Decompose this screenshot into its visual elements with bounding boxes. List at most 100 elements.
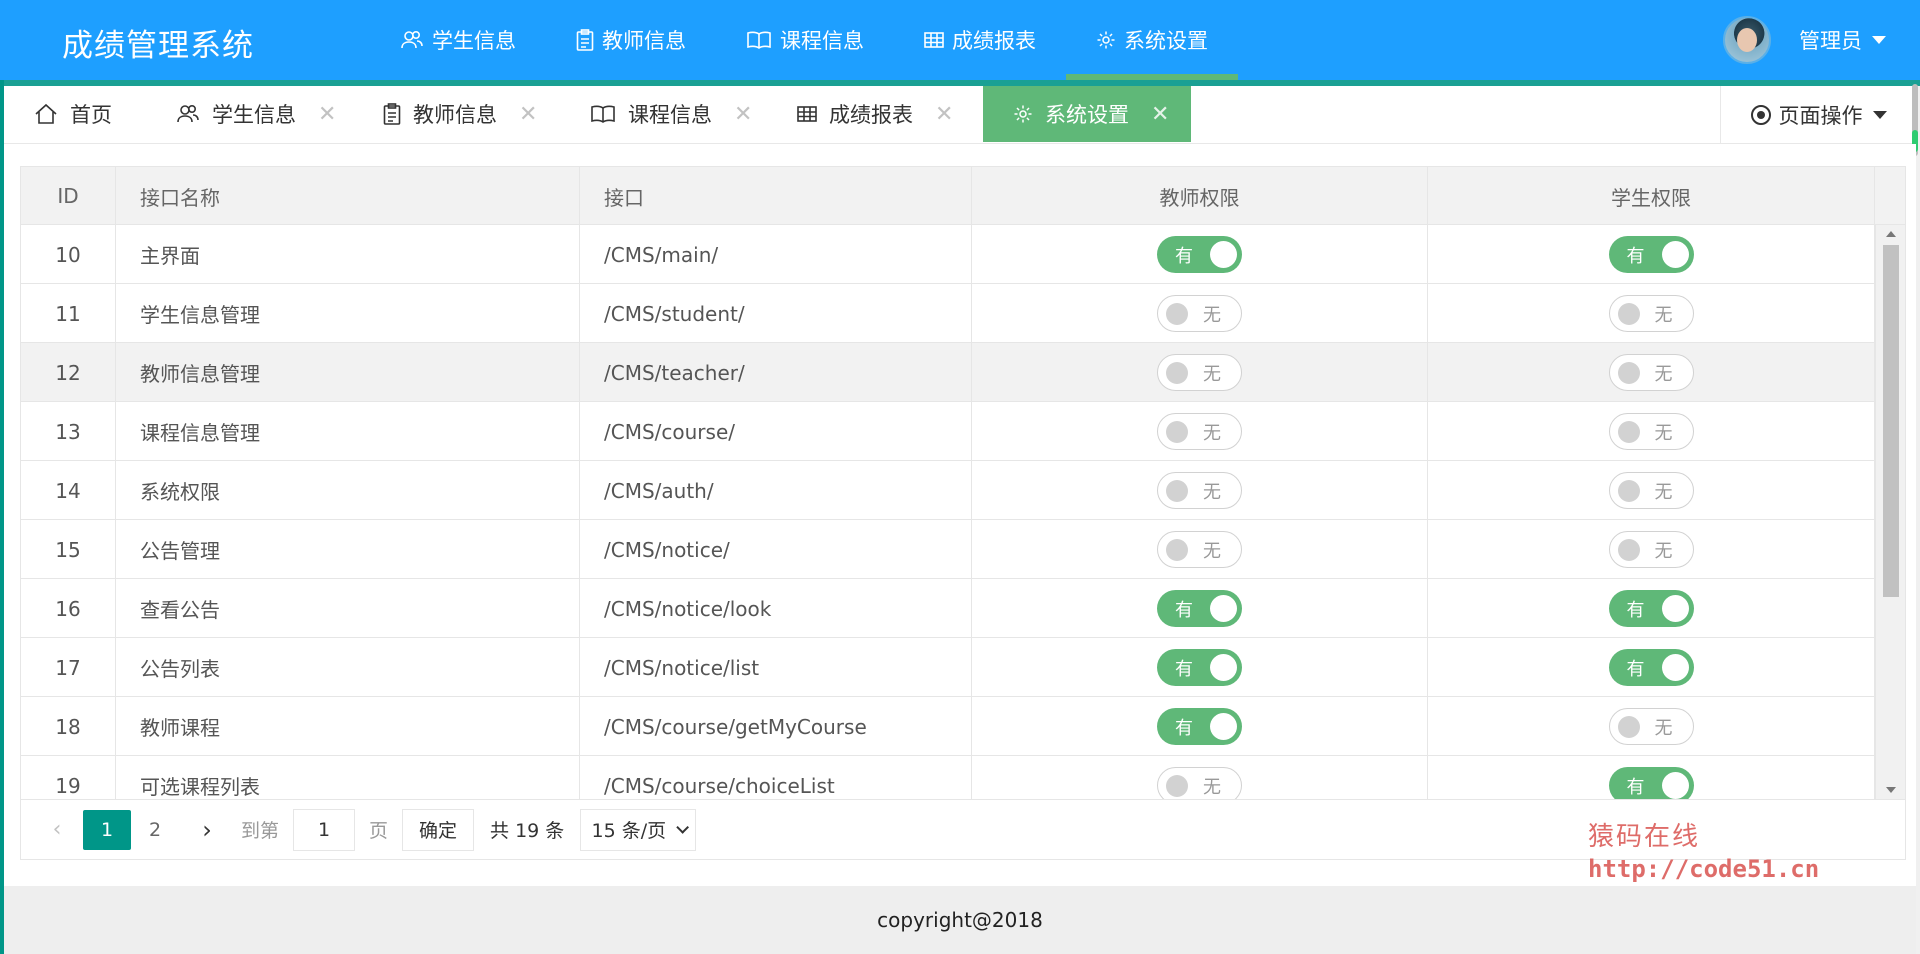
- home-icon: [35, 103, 57, 124]
- teacher-permission-switch[interactable]: 无: [1157, 354, 1242, 391]
- teacher-permission-switch[interactable]: 无: [1157, 413, 1242, 450]
- cell-name: 教师信息管理: [116, 343, 580, 402]
- chevron-down-icon: [676, 821, 690, 834]
- close-icon[interactable]: ✕: [318, 102, 336, 127]
- nav-item-courses[interactable]: 课程信息: [716, 0, 894, 80]
- cell-teacher-permission: 无: [972, 461, 1428, 520]
- book-icon: [747, 31, 771, 49]
- clipboard-icon: [576, 29, 594, 51]
- close-icon[interactable]: ✕: [935, 102, 953, 127]
- switch-knob: [1617, 421, 1640, 443]
- student-permission-switch[interactable]: 有: [1608, 767, 1694, 799]
- tab-students[interactable]: 学生信息 ✕: [146, 86, 353, 142]
- scroll-up-icon[interactable]: [1886, 231, 1896, 237]
- teacher-permission-switch[interactable]: 有: [1157, 236, 1242, 273]
- close-icon[interactable]: ✕: [734, 102, 752, 127]
- close-icon[interactable]: ✕: [1151, 102, 1169, 127]
- page-2-button[interactable]: 2: [131, 810, 179, 850]
- page-ops-label: 页面操作: [1778, 103, 1863, 128]
- tab-home[interactable]: 首页: [4, 86, 136, 142]
- prev-page-button[interactable]: ‹: [41, 817, 73, 842]
- header-student-permission: 学生权限: [1428, 167, 1875, 225]
- cell-id: 14: [21, 461, 116, 520]
- tab-courses[interactable]: 课程信息 ✕: [560, 86, 767, 142]
- avatar[interactable]: [1723, 16, 1771, 64]
- page-1-button[interactable]: 1: [83, 809, 131, 850]
- student-permission-switch[interactable]: 无: [1608, 295, 1694, 332]
- student-permission-switch[interactable]: 有: [1608, 590, 1694, 627]
- switch-knob: [1617, 362, 1640, 384]
- app-title: 成绩管理系统: [62, 28, 254, 64]
- cell-teacher-permission: 无: [972, 343, 1428, 402]
- nav-item-students[interactable]: 学生信息: [370, 0, 546, 80]
- cell-student-permission: 无: [1428, 461, 1875, 520]
- student-permission-switch[interactable]: 无: [1608, 354, 1694, 391]
- student-permission-switch[interactable]: 无: [1608, 472, 1694, 509]
- cell-name: 查看公告: [116, 579, 580, 638]
- student-permission-switch[interactable]: 无: [1608, 413, 1694, 450]
- switch-label: 有: [1626, 245, 1645, 267]
- switch-knob: [1661, 772, 1689, 799]
- teacher-permission-switch[interactable]: 无: [1157, 767, 1242, 799]
- table-row[interactable]: 12 教师信息管理/CMS/teacher/无 无: [21, 343, 1875, 402]
- tab-settings[interactable]: 系统设置 ✕: [983, 86, 1191, 142]
- user-menu[interactable]: 管理员: [1723, 0, 1886, 80]
- cell-api: /CMS/notice/list: [580, 638, 972, 697]
- header-api: 接口: [580, 167, 972, 225]
- switch-knob: [1166, 480, 1188, 502]
- table-row[interactable]: 11 学生信息管理/CMS/student/无 无: [21, 284, 1875, 343]
- switch-label: 无: [1654, 422, 1673, 444]
- top-nav: 学生信息 教师信息 课程信息 成绩报表 系统设置: [370, 0, 1238, 80]
- confirm-button[interactable]: 确定: [402, 808, 475, 851]
- nav-item-teachers[interactable]: 教师信息: [546, 0, 716, 80]
- nav-label: 教师信息: [602, 29, 686, 53]
- table-row[interactable]: 19 可选课程列表/CMS/course/choiceList 无 有: [21, 756, 1875, 799]
- table-row[interactable]: 14 系统权限/CMS/auth/无 无: [21, 461, 1875, 520]
- student-permission-switch[interactable]: 无: [1608, 531, 1694, 568]
- cell-teacher-permission: 无: [972, 402, 1428, 461]
- nav-label: 学生信息: [432, 29, 516, 53]
- table-row[interactable]: 15 公告管理/CMS/notice/无 无: [21, 520, 1875, 579]
- student-permission-switch[interactable]: 有: [1608, 236, 1694, 273]
- goto-suffix: 页: [369, 820, 389, 842]
- next-page-button[interactable]: ›: [187, 816, 227, 844]
- tab-reports[interactable]: 成绩报表 ✕: [767, 86, 974, 142]
- switch-label: 无: [1654, 304, 1673, 326]
- scrollbar-thumb[interactable]: [1883, 245, 1899, 597]
- goto-prefix: 到第: [241, 820, 280, 842]
- switch-label: 无: [1203, 422, 1221, 444]
- nav-item-settings[interactable]: 系统设置: [1066, 0, 1238, 80]
- page-size-select[interactable]: 15 条/页: [580, 808, 697, 851]
- student-permission-switch[interactable]: 无: [1608, 708, 1694, 745]
- nav-item-reports[interactable]: 成绩报表: [894, 0, 1066, 80]
- cell-teacher-permission: 有: [972, 579, 1428, 638]
- cell-teacher-permission: 有: [972, 697, 1428, 756]
- cell-student-permission: 有: [1428, 638, 1875, 697]
- table-row[interactable]: 17 公告列表/CMS/notice/list 有 有: [21, 638, 1875, 697]
- teacher-permission-switch[interactable]: 无: [1157, 531, 1242, 568]
- teacher-permission-switch[interactable]: 有: [1157, 649, 1242, 686]
- teacher-permission-switch[interactable]: 无: [1157, 295, 1242, 332]
- page-operations-button[interactable]: 页面操作: [1720, 86, 1916, 143]
- goto-page-input[interactable]: 1: [293, 808, 356, 851]
- student-permission-switch[interactable]: 有: [1608, 649, 1694, 686]
- switch-label: 有: [1175, 599, 1193, 621]
- tab-teachers[interactable]: 教师信息 ✕: [353, 86, 560, 142]
- teacher-permission-switch[interactable]: 无: [1157, 472, 1242, 509]
- switch-knob: [1166, 421, 1188, 443]
- teacher-permission-switch[interactable]: 有: [1157, 590, 1242, 627]
- table-row[interactable]: 18 教师课程/CMS/course/getMyCourse 有 无: [21, 697, 1875, 756]
- close-icon[interactable]: ✕: [519, 102, 537, 127]
- table-scrollbar[interactable]: [1875, 225, 1905, 799]
- cell-id: 18: [21, 697, 116, 756]
- table-row[interactable]: 16 查看公告/CMS/notice/look 有 有: [21, 579, 1875, 638]
- teacher-permission-switch[interactable]: 有: [1157, 708, 1242, 745]
- scroll-down-icon[interactable]: [1886, 787, 1896, 793]
- cell-name: 公告列表: [116, 638, 580, 697]
- table-row[interactable]: 13 课程信息管理/CMS/course/无 无: [21, 402, 1875, 461]
- table-row[interactable]: 10 主界面/CMS/main/有 有: [21, 225, 1875, 284]
- switch-knob: [1166, 539, 1188, 561]
- cell-name: 可选课程列表: [116, 756, 580, 799]
- switch-knob: [1661, 654, 1689, 681]
- switch-label: 有: [1626, 776, 1645, 798]
